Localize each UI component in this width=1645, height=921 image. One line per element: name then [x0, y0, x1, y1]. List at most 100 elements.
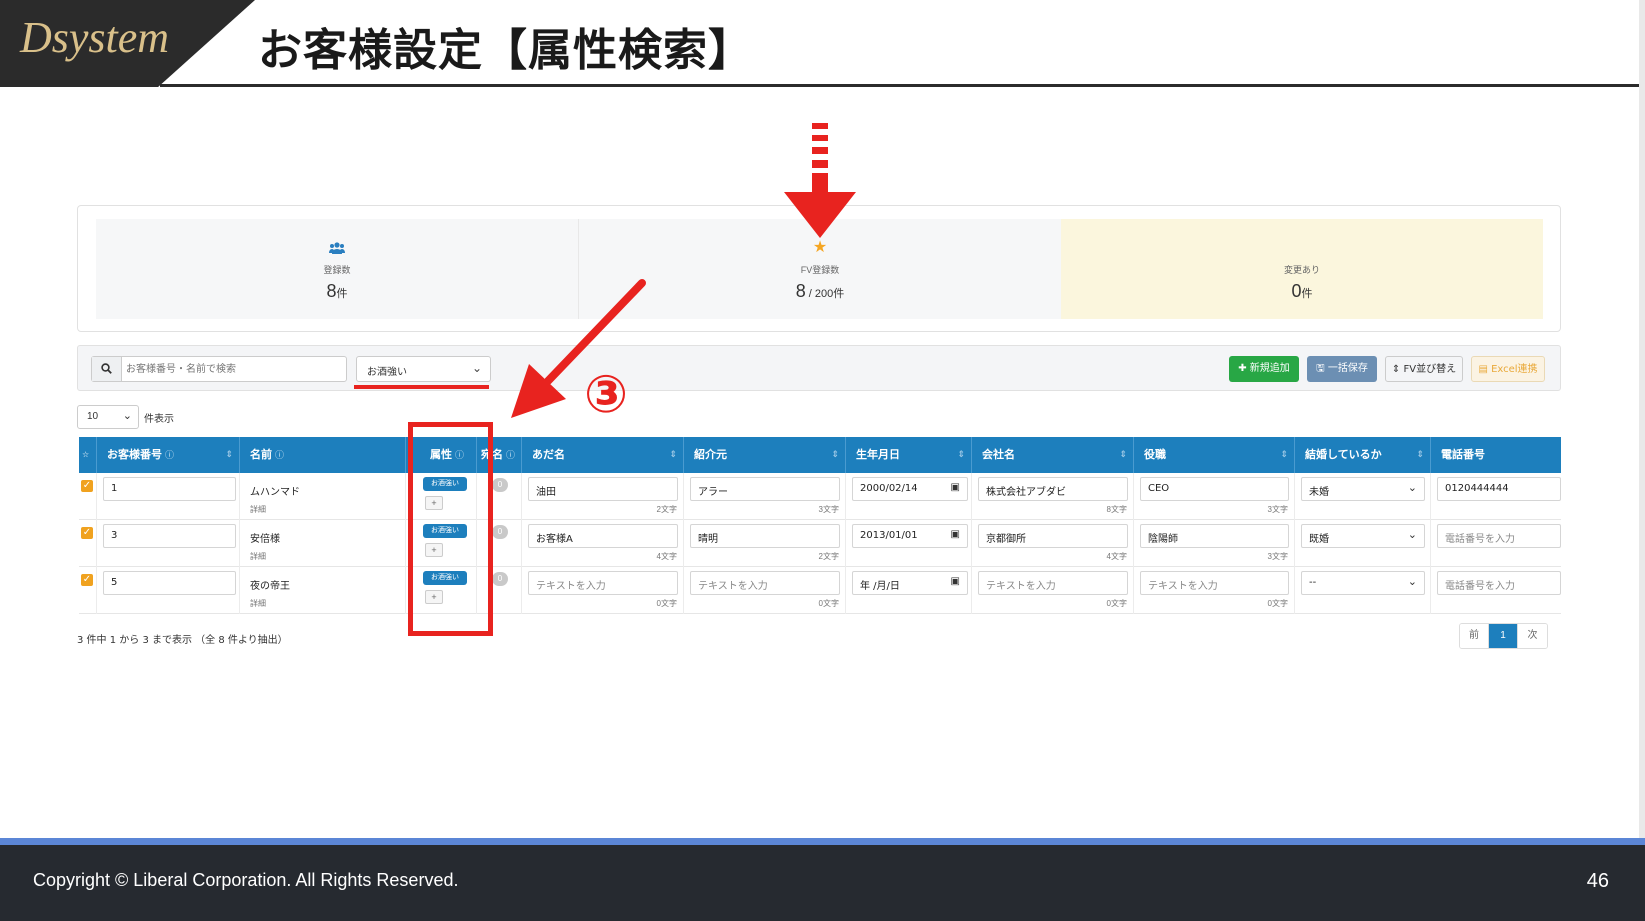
slide-title: お客様設定【属性検索】 [258, 25, 753, 76]
header-company[interactable]: 会社名 ⇕ [972, 437, 1134, 473]
customer-id-input[interactable]: 3 [103, 524, 236, 548]
address-count-badge: 0 [492, 478, 508, 492]
chevron-down-icon: ⌄ [471, 361, 482, 375]
table-summary: 3 件中 1 から 3 まで表示 （全 8 件より抽出） [77, 635, 288, 646]
phone-input[interactable]: 0120444444 [1437, 477, 1561, 501]
referrer-input[interactable]: テキストを入力 [690, 571, 840, 595]
phone-input[interactable]: 電話番号を入力 [1437, 571, 1561, 595]
customer-name: ムハンマド [250, 487, 300, 498]
header-name[interactable]: 名前 ⓘ [240, 437, 406, 473]
stat-value: 8件 [326, 281, 348, 301]
address-count-badge: 0 [492, 525, 508, 539]
search-icon[interactable] [92, 357, 122, 381]
position-input[interactable]: CEO [1140, 477, 1289, 501]
row-checkbox[interactable]: ✓ [81, 480, 93, 492]
birthday-input[interactable]: 2013/01/01 ▣ [852, 524, 968, 548]
calendar-icon: ▣ [950, 576, 960, 587]
char-count: 4文字 [1106, 552, 1127, 561]
customer-id-input[interactable]: 5 [103, 571, 236, 595]
bulk-save-button[interactable]: 🖫 一括保存 [1307, 356, 1377, 382]
header-customer-id[interactable]: お客様番号 ⓘ ⇕ [97, 437, 240, 473]
footer-accent-line [0, 838, 1645, 845]
row-checkbox[interactable]: ✓ [81, 574, 93, 586]
slide-header: Dsystem お客様設定【属性検索】 [0, 0, 1645, 87]
attribute-filter-select[interactable]: お酒強い ⌄ [356, 356, 491, 382]
attribute-filter-value: お酒強い [367, 367, 407, 378]
slide-footer: Copyright © Liberal Corporation. All Rig… [0, 845, 1645, 921]
annotation-underline [354, 385, 489, 389]
header-married[interactable]: 結婚しているか ⇕ [1295, 437, 1431, 473]
referrer-input[interactable]: アラー [690, 477, 840, 501]
next-page-button[interactable]: 次 [1518, 624, 1547, 648]
char-count: 8文字 [1106, 505, 1127, 514]
char-count: 2文字 [818, 552, 839, 561]
copyright: Copyright © Liberal Corporation. All Rig… [33, 870, 459, 890]
customer-name: 夜の帝王 [250, 581, 290, 592]
char-count: 3文字 [1267, 505, 1288, 514]
char-count: 3文字 [818, 505, 839, 514]
pagination: 前 1 次 [1459, 623, 1548, 649]
page-size-label: 件表示 [144, 414, 174, 425]
stat-label: 登録数 [323, 265, 351, 275]
company-input[interactable]: 京都御所 [978, 524, 1128, 548]
char-count: 2文字 [656, 505, 677, 514]
table-row: ✓ 3 安倍様 詳細 お酒強い + 0 お客様A 4文字 晴明 2文字 2013/01/… [79, 520, 1561, 567]
calendar-icon: ▣ [950, 482, 960, 493]
page-size-select[interactable]: 10 ⌄ [77, 405, 139, 429]
table-row: ✓ 1 ムハンマド 詳細 お酒強い + 0 油田 2文字 アラー 3文字 2000/02… [79, 473, 1561, 520]
char-count: 3文字 [1267, 552, 1288, 561]
star-icon: ★ [812, 239, 828, 256]
nickname-input[interactable]: 油田 [528, 477, 678, 501]
stat-value: 8 / 200件 [795, 281, 845, 301]
char-count: 0文字 [1267, 599, 1288, 608]
stat-registered: 登録数 8件 [96, 219, 578, 319]
detail-link[interactable]: 詳細 [250, 551, 266, 562]
married-select[interactable]: -- ⌄ [1301, 571, 1425, 595]
customer-id-input[interactable]: 1 [103, 477, 236, 501]
header-position[interactable]: 役職 ⇕ [1134, 437, 1295, 473]
table-row: ✓ 5 夜の帝王 詳細 お酒強い + 0 テキストを入力 0文字 テキストを入力 0文字… [79, 567, 1561, 614]
add-new-button[interactable]: ✚ 新規追加 [1229, 356, 1299, 382]
page-size-value: 10 [87, 411, 99, 422]
detail-link[interactable]: 詳細 [250, 504, 266, 515]
birthday-input[interactable]: 年 /月/日 ▣ [852, 571, 968, 595]
slide-edge [1639, 0, 1645, 921]
company-input[interactable]: テキストを入力 [978, 571, 1128, 595]
prev-page-button[interactable]: 前 [1460, 624, 1489, 648]
page-number: 46 [1586, 870, 1609, 892]
search-input[interactable] [126, 359, 342, 379]
char-count: 0文字 [656, 599, 677, 608]
chevron-down-icon: ⌄ [122, 410, 132, 422]
header-phone[interactable]: 電話番号 [1431, 437, 1561, 473]
header-fav[interactable]: ☆ [79, 437, 97, 473]
chevron-down-icon: ⌄ [1407, 575, 1417, 588]
married-select[interactable]: 既婚 ⌄ [1301, 524, 1425, 548]
page-1-button[interactable]: 1 [1489, 624, 1518, 648]
stat-label: 変更あり [1283, 265, 1320, 275]
position-input[interactable]: テキストを入力 [1140, 571, 1289, 595]
header-referrer[interactable]: 紹介元 ⇕ [684, 437, 846, 473]
toolbar: お酒強い ⌄ ✚ 新規追加 🖫 一括保存 ⇕ FV並び替え ▤ Excel連携 [77, 345, 1561, 391]
stats-panel: 登録数 8件 ★ FV登録数 8 / 200件 変更あり 0件 [77, 205, 1561, 332]
nickname-input[interactable]: お客様A [528, 524, 678, 548]
row-checkbox[interactable]: ✓ [81, 527, 93, 539]
annotation-highlight-box [408, 422, 493, 636]
birthday-input[interactable]: 2000/02/14 ▣ [852, 477, 968, 501]
header-birthday[interactable]: 生年月日 ⇕ [846, 437, 972, 473]
married-select[interactable]: 未婚 ⌄ [1301, 477, 1425, 501]
referrer-input[interactable]: 晴明 [690, 524, 840, 548]
position-input[interactable]: 陰陽師 [1140, 524, 1289, 548]
fv-sort-button[interactable]: ⇕ FV並び替え [1385, 356, 1463, 382]
nickname-input[interactable]: テキストを入力 [528, 571, 678, 595]
detail-link[interactable]: 詳細 [250, 598, 266, 609]
char-count: 0文字 [1106, 599, 1127, 608]
phone-input[interactable]: 電話番号を入力 [1437, 524, 1561, 548]
header-rule [160, 84, 1640, 87]
address-count-badge: 0 [492, 572, 508, 586]
header-nickname[interactable]: あだ名 ⇕ [522, 437, 684, 473]
users-icon [96, 241, 578, 257]
company-input[interactable]: 株式会社アブダビ [978, 477, 1128, 501]
char-count: 4文字 [656, 552, 677, 561]
excel-link-button[interactable]: ▤ Excel連携 [1471, 356, 1545, 382]
calendar-icon: ▣ [950, 529, 960, 540]
